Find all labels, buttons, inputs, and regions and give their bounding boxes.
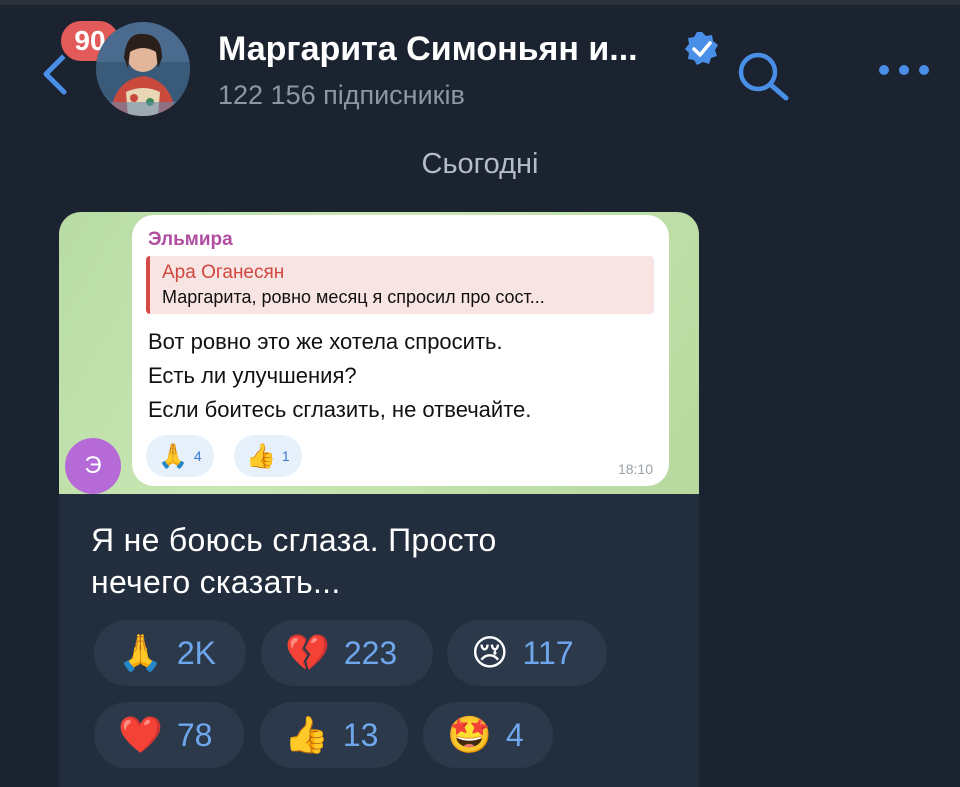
reaction-crying[interactable]: 😢 117 bbox=[447, 620, 607, 686]
reaction-count: 13 bbox=[342, 716, 379, 753]
reaction-star-struck[interactable]: 🤩 4 bbox=[423, 702, 553, 768]
comment-reaction: 👍 1 bbox=[234, 435, 302, 477]
pray-emoji-icon: 🙏 bbox=[118, 632, 163, 673]
comment-sender: Эльмира bbox=[148, 229, 233, 250]
comment-reaction: 🙏 4 bbox=[146, 435, 214, 477]
subscriber-count: 122 156 підписників bbox=[218, 80, 465, 110]
thumbs-up-emoji-icon: 👍 bbox=[284, 714, 329, 755]
reaction-pray[interactable]: 🙏 2K bbox=[94, 620, 246, 686]
verified-icon bbox=[683, 30, 721, 68]
comment-time: 18:10 bbox=[617, 461, 653, 477]
reaction-count: 4 bbox=[505, 716, 524, 753]
star-struck-emoji-icon: 🤩 bbox=[447, 714, 492, 755]
reaction-count: 223 bbox=[343, 634, 398, 671]
broken-heart-emoji-icon: 💔 bbox=[285, 632, 330, 673]
message-text-line: нечего сказать... bbox=[91, 564, 341, 600]
date-separator: Сьогодні bbox=[421, 148, 539, 180]
heart-emoji-icon: ❤️ bbox=[118, 714, 163, 755]
message-bubble: Я не боюсь сглаза. Просто нечего сказать… bbox=[59, 494, 699, 787]
reply-author: Ара Оганесян bbox=[162, 262, 285, 283]
quoted-comment-bubble: Эльмира Ара Оганесян Маргарита, ровно ме… bbox=[132, 215, 669, 486]
reply-text: Маргарита, ровно месяц я спросил про сос… bbox=[162, 287, 545, 307]
pray-emoji-icon: 🙏 bbox=[158, 442, 188, 470]
search-button[interactable] bbox=[734, 50, 792, 102]
comment-line: Есть ли улучшения? bbox=[148, 363, 357, 388]
avatar-photo bbox=[96, 22, 190, 116]
reaction-count: 1 bbox=[281, 448, 290, 464]
more-button[interactable] bbox=[876, 58, 932, 82]
message-text-line: Я не боюсь сглаза. Просто bbox=[91, 522, 497, 558]
channel-avatar[interactable] bbox=[96, 22, 190, 116]
reaction-heart[interactable]: ❤️ 78 bbox=[94, 702, 244, 768]
crying-emoji-icon: 😢 bbox=[471, 632, 509, 673]
search-icon bbox=[738, 52, 789, 101]
comment-line: Вот ровно это же хотела спросить. bbox=[148, 329, 503, 354]
comment-line: Если боитесь сглазить, не отвечайте. bbox=[148, 397, 532, 422]
more-icon bbox=[879, 65, 929, 75]
top-divider bbox=[0, 0, 960, 5]
channel-title[interactable]: Маргарита Симоньян и... bbox=[218, 30, 638, 69]
reply-quote: Ара Оганесян Маргарита, ровно месяц я сп… bbox=[146, 256, 654, 314]
post-image[interactable]: Э Эльмира Ара Оганесян Маргарита, ровно … bbox=[59, 212, 699, 494]
thumbs-up-emoji-icon: 👍 bbox=[246, 442, 276, 470]
reaction-thumbs-up[interactable]: 👍 13 bbox=[260, 702, 408, 768]
reaction-broken-heart[interactable]: 💔 223 bbox=[261, 620, 433, 686]
reaction-count: 117 bbox=[522, 634, 574, 671]
reaction-count: 78 bbox=[176, 716, 213, 753]
reaction-count: 2K bbox=[176, 634, 216, 671]
commenter-avatar: Э bbox=[65, 438, 121, 494]
reaction-count: 4 bbox=[193, 448, 202, 464]
